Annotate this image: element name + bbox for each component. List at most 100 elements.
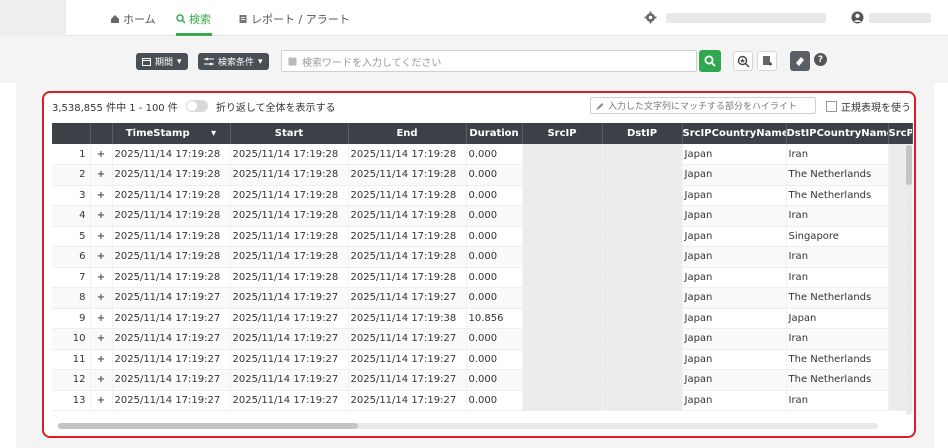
nav-search[interactable]: 検索 (176, 10, 211, 28)
col-header-srcip-country[interactable]: SrcIPCountryName (682, 123, 787, 144)
cell-duration: 0.000 (466, 369, 523, 391)
cell-start: 2025/11/14 17:19:27 (230, 349, 349, 370)
cell-dstip-country: Iran (786, 267, 889, 288)
table-row[interactable]: 9 +2025/11/14 17:19:27 2025/11/14 17:19:27… (52, 308, 913, 329)
cell-dstip-redacted (602, 226, 683, 247)
cell-timestamp: 2025/11/14 17:19:28 (112, 205, 231, 227)
cell-duration: 0.000 (466, 267, 523, 288)
cell-dstip-country: The Netherlands (786, 349, 889, 370)
table-row[interactable]: 6 +2025/11/14 17:19:28 2025/11/14 17:19:28… (52, 246, 913, 268)
row-index: 4 (52, 205, 91, 227)
search-button[interactable] (699, 50, 721, 72)
col-header-dstip-country[interactable]: DstIPCountryName (786, 123, 889, 144)
col-header-srcip[interactable]: SrcIP (522, 123, 603, 144)
add-to-list-button[interactable] (757, 51, 777, 71)
table-row[interactable]: 1 +2025/11/14 17:19:28 2025/11/14 17:19:28… (52, 144, 913, 165)
expand-row-button[interactable]: + (90, 308, 113, 329)
cell-timestamp: 2025/11/14 17:19:28 (112, 246, 231, 268)
cell-start: 2025/11/14 17:19:28 (230, 185, 349, 206)
gear-icon[interactable] (644, 11, 657, 24)
cell-start: 2025/11/14 17:19:27 (230, 328, 349, 350)
cell-timestamp: 2025/11/14 17:19:28 (112, 144, 231, 165)
table-row[interactable]: 2 +2025/11/14 17:19:28 2025/11/14 17:19:28… (52, 164, 913, 186)
regex-checkbox[interactable] (826, 100, 837, 112)
table-row[interactable]: 13 +2025/11/14 17:19:27 2025/11/14 17:19:2… (52, 390, 913, 411)
expand-row-button[interactable]: + (90, 390, 113, 411)
col-header-start[interactable]: Start (230, 123, 349, 144)
cell-end: 2025/11/14 17:19:28 (348, 226, 467, 247)
row-index: 12 (52, 369, 91, 391)
table-row[interactable]: 3 +2025/11/14 17:19:28 2025/11/14 17:19:28… (52, 185, 913, 206)
home-icon (111, 15, 119, 23)
table-row[interactable]: 8 +2025/11/14 17:19:27 2025/11/14 17:19:27… (52, 287, 913, 309)
user-name-redacted (869, 13, 931, 23)
expand-row-button[interactable]: + (90, 287, 113, 309)
expand-row-button[interactable]: + (90, 246, 113, 268)
table-header-row: TimeStamp ▾ Start End Duration SrcIP Dst… (52, 123, 913, 144)
cell-start: 2025/11/14 17:19:28 (230, 144, 349, 165)
table-row[interactable]: 4 +2025/11/14 17:19:28 2025/11/14 17:19:28… (52, 205, 913, 227)
col-header-timestamp[interactable]: TimeStamp ▾ (112, 123, 231, 144)
conditions-button[interactable]: 検索条件 ▾ (198, 53, 269, 70)
cell-duration: 0.000 (466, 328, 523, 350)
vertical-scrollbar[interactable] (906, 145, 912, 415)
cell-srcip-redacted (522, 328, 603, 350)
eraser-icon (796, 57, 804, 66)
cell-timestamp: 2025/11/14 17:19:27 (112, 308, 231, 329)
expand-row-button[interactable]: + (90, 164, 113, 186)
user-icon[interactable] (851, 11, 864, 24)
table-row[interactable]: 10 +2025/11/14 17:19:27 2025/11/14 17:19:2… (52, 328, 913, 350)
cell-timestamp: 2025/11/14 17:19:27 (112, 349, 231, 370)
cell-dstip-redacted (602, 144, 683, 165)
cell-end: 2025/11/14 17:19:27 (348, 349, 467, 370)
row-index: 8 (52, 287, 91, 309)
calendar-icon (142, 58, 151, 66)
cell-srcip-redacted (522, 267, 603, 288)
row-index: 2 (52, 164, 91, 186)
table-row[interactable]: 11 +2025/11/14 17:19:27 2025/11/14 17:19:2… (52, 349, 913, 370)
highlight-input[interactable]: 入力した文字列にマッチする部分をハイライト (590, 97, 816, 114)
sort-desc-icon[interactable]: ▾ (211, 128, 216, 139)
col-header-duration[interactable]: Duration (466, 123, 523, 144)
vertical-scrollbar-thumb[interactable] (906, 145, 912, 185)
search-star-icon (737, 55, 749, 67)
expand-row-button[interactable]: + (90, 226, 113, 247)
table-row[interactable]: 5 +2025/11/14 17:19:28 2025/11/14 17:19:28… (52, 226, 913, 247)
col-header-dstip[interactable]: DstIP (602, 123, 683, 144)
table-row[interactable]: 7 +2025/11/14 17:19:28 2025/11/14 17:19:28… (52, 267, 913, 288)
expand-row-button[interactable]: + (90, 369, 113, 391)
table-row[interactable]: 12 +2025/11/14 17:19:27 2025/11/14 17:19:2… (52, 369, 913, 391)
expand-row-button[interactable]: + (90, 185, 113, 206)
col-header-end[interactable]: End (348, 123, 467, 144)
horizontal-scrollbar-thumb[interactable] (58, 423, 358, 429)
cell-srcip-redacted (522, 226, 603, 247)
row-index: 13 (52, 390, 91, 411)
wrap-toggle[interactable] (185, 100, 208, 112)
results-table: TimeStamp ▾ Start End Duration SrcIP Dst… (52, 123, 913, 411)
expand-row-button[interactable]: + (90, 328, 113, 350)
cell-start: 2025/11/14 17:19:28 (230, 226, 349, 247)
regex-option[interactable]: 正規表現を使う (826, 98, 911, 114)
help-icon[interactable]: ? (814, 53, 827, 66)
clear-button[interactable] (790, 51, 810, 71)
nav-reports[interactable]: レポート / アラート (238, 10, 350, 28)
cell-dstip-country: Iran (786, 390, 889, 411)
saved-search-button[interactable] (733, 51, 753, 71)
cell-dstip-redacted (602, 308, 683, 329)
nav-home[interactable]: ホーム (110, 10, 156, 28)
search-input[interactable]: 検索ワードを入力してください (281, 50, 697, 72)
cell-dstip-redacted (602, 164, 683, 186)
expand-row-button[interactable]: + (90, 267, 113, 288)
cell-timestamp: 2025/11/14 17:19:27 (112, 369, 231, 391)
cell-timestamp: 2025/11/14 17:19:27 (112, 328, 231, 350)
row-index: 6 (52, 246, 91, 268)
cell-srcip-redacted (522, 308, 603, 329)
cell-timestamp: 2025/11/14 17:19:28 (112, 226, 231, 247)
cell-duration: 0.000 (466, 144, 523, 165)
col-header-srcport[interactable]: SrcPort (888, 123, 913, 144)
expand-row-button[interactable]: + (90, 349, 113, 370)
cell-srcip-country: Japan (682, 390, 787, 411)
period-button[interactable]: 期間 ▾ (136, 53, 188, 70)
expand-row-button[interactable]: + (90, 144, 113, 165)
expand-row-button[interactable]: + (90, 205, 113, 227)
